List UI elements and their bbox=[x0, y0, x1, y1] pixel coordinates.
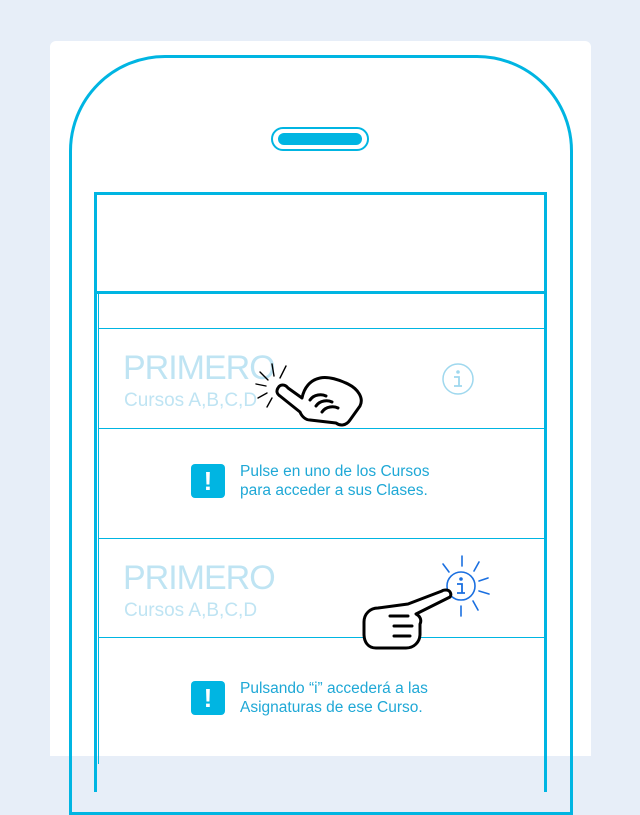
hint-line: Pulsando “i” accederá a las bbox=[240, 680, 428, 697]
divider bbox=[99, 637, 544, 638]
course-title: PRIMERO bbox=[123, 559, 276, 597]
course-subtitle: Cursos A,B,C,D bbox=[124, 390, 258, 411]
course-subtitle: Cursos A,B,C,D bbox=[124, 600, 258, 621]
phone-speaker bbox=[271, 127, 369, 151]
hint-text: Pulsando “i” accederá a las Asignaturas … bbox=[240, 679, 428, 717]
course-row[interactable]: PRIMERO Cursos A,B,C,D bbox=[99, 539, 544, 637]
pointing-hand-icon bbox=[255, 363, 363, 427]
hint-box: ! Pulsando “i” accederá a las Asignatura… bbox=[191, 679, 428, 717]
hint-text: Pulse en uno de los Cursos para acceder … bbox=[240, 462, 430, 500]
info-icon[interactable] bbox=[441, 362, 475, 396]
pointing-hand-icon bbox=[362, 588, 453, 650]
hint-line: Pulse en uno de los Cursos bbox=[240, 463, 430, 480]
hint-box: ! Pulse en uno de los Cursos para accede… bbox=[191, 462, 430, 500]
exclamation-icon: ! bbox=[191, 681, 225, 715]
hint-line: para acceder a sus Clases. bbox=[240, 482, 428, 499]
exclamation-icon: ! bbox=[191, 464, 225, 498]
hint-line: Asignaturas de ese Curso. bbox=[240, 699, 423, 716]
